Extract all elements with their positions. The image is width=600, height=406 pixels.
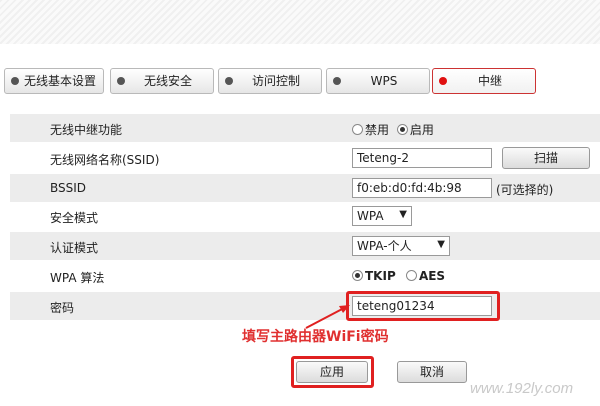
row-repeater: 无线中继功能 禁用 启用 xyxy=(10,114,600,142)
radio-selected-icon xyxy=(396,124,408,135)
annotation-text: 填写主路由器WiFi密码 xyxy=(242,329,389,345)
row-password: 密码 teteng01234 xyxy=(10,292,600,320)
auth-mode-select[interactable]: WPA-个人 ▼ xyxy=(352,236,450,256)
row-security-mode: 安全模式 WPA ▼ xyxy=(10,202,600,230)
bullet-icon xyxy=(439,77,447,85)
tab-access-control[interactable]: 访问控制 xyxy=(218,68,322,94)
tab-wireless-security[interactable]: 无线安全 xyxy=(110,68,214,94)
radio-icon xyxy=(352,124,363,135)
ssid-input[interactable]: Teteng-2 xyxy=(352,148,492,168)
tab-wps[interactable]: WPS xyxy=(326,68,430,94)
repeater-radio-group: 禁用 启用 xyxy=(352,121,434,145)
radio-icon xyxy=(405,270,417,281)
bssid-hint: (可选择的) xyxy=(496,183,554,197)
auth-mode-label: 认证模式 xyxy=(50,241,99,255)
apply-button[interactable]: 应用 xyxy=(296,361,368,383)
row-auth-mode: 认证模式 WPA-个人 ▼ xyxy=(10,232,600,260)
watermark: www.192ly.com xyxy=(470,380,574,397)
dropdown-arrow-icon: ▼ xyxy=(437,239,445,250)
header-stripe xyxy=(0,0,600,44)
password-highlight-box xyxy=(346,291,500,321)
ssid-label: 无线网络名称(SSID) xyxy=(50,153,160,167)
tab-wireless-basic[interactable]: 无线基本设置 xyxy=(4,68,104,94)
wpa-algo-radio-group: TKIP AES xyxy=(352,269,445,293)
repeater-label: 无线中继功能 xyxy=(50,123,123,137)
cancel-button[interactable]: 取消 xyxy=(397,361,467,383)
radio-aes[interactable]: AES xyxy=(405,269,445,283)
bullet-icon xyxy=(225,77,233,85)
bssid-input[interactable]: f0:eb:d0:fd:4b:98 xyxy=(352,178,492,198)
radio-disable[interactable]: 禁用 xyxy=(352,123,389,137)
bssid-label: BSSID xyxy=(50,181,87,195)
tab-repeater[interactable]: 中继 xyxy=(432,68,536,94)
row-ssid: 无线网络名称(SSID) Teteng-2 扫描 xyxy=(10,144,600,172)
bullet-icon xyxy=(11,77,19,85)
bullet-icon xyxy=(117,77,125,85)
security-mode-label: 安全模式 xyxy=(50,211,99,225)
scan-button[interactable]: 扫描 xyxy=(502,147,590,169)
password-label: 密码 xyxy=(50,301,75,315)
row-wpa-algo: WPA 算法 TKIP AES xyxy=(10,262,600,290)
row-bssid: BSSID f0:eb:d0:fd:4b:98 (可选择的) xyxy=(10,174,600,202)
wpa-algo-label: WPA 算法 xyxy=(50,271,105,285)
radio-selected-icon xyxy=(352,270,363,281)
radio-enable[interactable]: 启用 xyxy=(396,123,434,137)
radio-tkip[interactable]: TKIP xyxy=(352,269,396,283)
security-mode-select[interactable]: WPA ▼ xyxy=(352,206,412,226)
dropdown-arrow-icon: ▼ xyxy=(399,209,407,220)
bullet-icon xyxy=(333,77,341,85)
